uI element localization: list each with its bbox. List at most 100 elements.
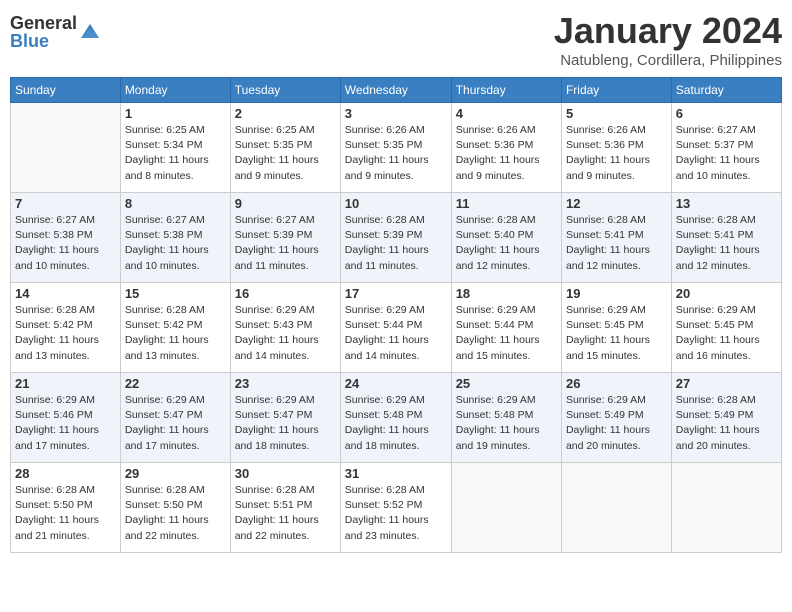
table-row: 13 Sunrise: 6:28 AM Sunset: 5:41 PM Dayli… [671,193,781,283]
day-detail: Sunrise: 6:29 AM Sunset: 5:48 PM Dayligh… [456,393,557,454]
logo-icon [79,20,101,42]
day-detail: Sunrise: 6:26 AM Sunset: 5:35 PM Dayligh… [345,123,447,184]
logo-general: General [10,14,77,32]
calendar-week-row: 1Sunrise: 6:25 AM Sunset: 5:34 PM Daylig… [11,103,782,193]
calendar-week-row: 14Sunrise: 6:28 AM Sunset: 5:42 PM Dayli… [11,283,782,373]
header-monday: Monday [120,78,230,103]
day-detail: Sunrise: 6:29 AM Sunset: 5:48 PM Dayligh… [345,393,447,454]
day-detail: Sunrise: 6:25 AM Sunset: 5:35 PM Dayligh… [235,123,336,184]
table-row: 22Sunrise: 6:29 AM Sunset: 5:47 PM Dayli… [120,373,230,463]
table-row: 3 Sunrise: 6:26 AM Sunset: 5:35 PM Daylig… [340,103,451,193]
day-number: 23 [235,376,336,391]
day-number: 30 [235,466,336,481]
day-detail: Sunrise: 6:28 AM Sunset: 5:42 PM Dayligh… [125,303,226,364]
day-number: 11 [456,196,557,211]
calendar-week-row: 21 Sunrise: 6:29 AM Sunset: 5:46 PM Dayli… [11,373,782,463]
day-number: 10 [345,196,447,211]
table-row: 8Sunrise: 6:27 AM Sunset: 5:38 PM Daylig… [120,193,230,283]
table-row: 7 Sunrise: 6:27 AM Sunset: 5:38 PM Daylig… [11,193,121,283]
day-number: 19 [566,286,667,301]
table-row: 21 Sunrise: 6:29 AM Sunset: 5:46 PM Dayli… [11,373,121,463]
table-row: 23 Sunrise: 6:29 AM Sunset: 5:47 PM Dayli… [230,373,340,463]
day-number: 26 [566,376,667,391]
table-row: 20 Sunrise: 6:29 AM Sunset: 5:45 PM Dayli… [671,283,781,373]
day-detail: Sunrise: 6:27 AM Sunset: 5:38 PM Dayligh… [15,213,116,274]
day-number: 25 [456,376,557,391]
table-row: 1Sunrise: 6:25 AM Sunset: 5:34 PM Daylig… [120,103,230,193]
table-row: 14Sunrise: 6:28 AM Sunset: 5:42 PM Dayli… [11,283,121,373]
table-row: 17 Sunrise: 6:29 AM Sunset: 5:44 PM Dayli… [340,283,451,373]
table-row: 30 Sunrise: 6:28 AM Sunset: 5:51 PM Dayli… [230,463,340,553]
day-detail: Sunrise: 6:27 AM Sunset: 5:38 PM Dayligh… [125,213,226,274]
day-number: 4 [456,106,557,121]
day-detail: Sunrise: 6:28 AM Sunset: 5:42 PM Dayligh… [15,303,116,364]
day-detail: Sunrise: 6:29 AM Sunset: 5:44 PM Dayligh… [456,303,557,364]
table-row: 26 Sunrise: 6:29 AM Sunset: 5:49 PM Dayli… [561,373,671,463]
weekday-header-row: Sunday Monday Tuesday Wednesday Thursday… [11,78,782,103]
day-detail: Sunrise: 6:29 AM Sunset: 5:49 PM Dayligh… [566,393,667,454]
logo-blue: Blue [10,32,77,50]
day-detail: Sunrise: 6:27 AM Sunset: 5:39 PM Dayligh… [235,213,336,274]
table-row: 15Sunrise: 6:28 AM Sunset: 5:42 PM Dayli… [120,283,230,373]
day-number: 9 [235,196,336,211]
day-number: 29 [125,466,226,481]
day-number: 21 [15,376,116,391]
day-number: 7 [15,196,116,211]
table-row [451,463,561,553]
header-thursday: Thursday [451,78,561,103]
header-sunday: Sunday [11,78,121,103]
day-detail: Sunrise: 6:28 AM Sunset: 5:49 PM Dayligh… [676,393,777,454]
table-row: 4 Sunrise: 6:26 AM Sunset: 5:36 PM Daylig… [451,103,561,193]
header-friday: Friday [561,78,671,103]
day-number: 12 [566,196,667,211]
day-detail: Sunrise: 6:28 AM Sunset: 5:50 PM Dayligh… [125,483,226,544]
table-row: 31Sunrise: 6:28 AM Sunset: 5:52 PM Dayli… [340,463,451,553]
day-detail: Sunrise: 6:28 AM Sunset: 5:39 PM Dayligh… [345,213,447,274]
day-detail: Sunrise: 6:28 AM Sunset: 5:41 PM Dayligh… [676,213,777,274]
table-row: 27 Sunrise: 6:28 AM Sunset: 5:49 PM Dayli… [671,373,781,463]
table-row: 29 Sunrise: 6:28 AM Sunset: 5:50 PM Dayli… [120,463,230,553]
table-row: 25 Sunrise: 6:29 AM Sunset: 5:48 PM Dayli… [451,373,561,463]
table-row: 18 Sunrise: 6:29 AM Sunset: 5:44 PM Dayli… [451,283,561,373]
day-detail: Sunrise: 6:28 AM Sunset: 5:51 PM Dayligh… [235,483,336,544]
day-detail: Sunrise: 6:29 AM Sunset: 5:44 PM Dayligh… [345,303,447,364]
day-detail: Sunrise: 6:26 AM Sunset: 5:36 PM Dayligh… [456,123,557,184]
table-row [671,463,781,553]
day-detail: Sunrise: 6:29 AM Sunset: 5:46 PM Dayligh… [15,393,116,454]
table-row [561,463,671,553]
month-title: January 2024 [554,10,782,52]
day-number: 17 [345,286,447,301]
day-number: 3 [345,106,447,121]
day-detail: Sunrise: 6:28 AM Sunset: 5:52 PM Dayligh… [345,483,447,544]
day-detail: Sunrise: 6:29 AM Sunset: 5:45 PM Dayligh… [566,303,667,364]
day-detail: Sunrise: 6:28 AM Sunset: 5:50 PM Dayligh… [15,483,116,544]
header-saturday: Saturday [671,78,781,103]
day-detail: Sunrise: 6:29 AM Sunset: 5:43 PM Dayligh… [235,303,336,364]
header-tuesday: Tuesday [230,78,340,103]
table-row: 6Sunrise: 6:27 AM Sunset: 5:37 PM Daylig… [671,103,781,193]
table-row: 11Sunrise: 6:28 AM Sunset: 5:40 PM Dayli… [451,193,561,283]
day-number: 1 [125,106,226,121]
table-row: 28Sunrise: 6:28 AM Sunset: 5:50 PM Dayli… [11,463,121,553]
day-number: 24 [345,376,447,391]
table-row: 12Sunrise: 6:28 AM Sunset: 5:41 PM Dayli… [561,193,671,283]
calendar-week-row: 7 Sunrise: 6:27 AM Sunset: 5:38 PM Daylig… [11,193,782,283]
day-number: 18 [456,286,557,301]
table-row: 24 Sunrise: 6:29 AM Sunset: 5:48 PM Dayli… [340,373,451,463]
day-detail: Sunrise: 6:29 AM Sunset: 5:45 PM Dayligh… [676,303,777,364]
table-row: 2Sunrise: 6:25 AM Sunset: 5:35 PM Daylig… [230,103,340,193]
calendar-table: Sunday Monday Tuesday Wednesday Thursday… [10,77,782,553]
header-wednesday: Wednesday [340,78,451,103]
table-row: 10 Sunrise: 6:28 AM Sunset: 5:39 PM Dayli… [340,193,451,283]
table-row: 19 Sunrise: 6:29 AM Sunset: 5:45 PM Dayli… [561,283,671,373]
table-row: 9 Sunrise: 6:27 AM Sunset: 5:39 PM Daylig… [230,193,340,283]
day-number: 27 [676,376,777,391]
day-number: 20 [676,286,777,301]
day-number: 5 [566,106,667,121]
calendar-week-row: 28Sunrise: 6:28 AM Sunset: 5:50 PM Dayli… [11,463,782,553]
day-detail: Sunrise: 6:29 AM Sunset: 5:47 PM Dayligh… [235,393,336,454]
logo: General Blue [10,14,101,50]
header: General Blue January 2024 Natubleng, Cor… [10,10,782,69]
day-number: 13 [676,196,777,211]
day-detail: Sunrise: 6:27 AM Sunset: 5:37 PM Dayligh… [676,123,777,184]
